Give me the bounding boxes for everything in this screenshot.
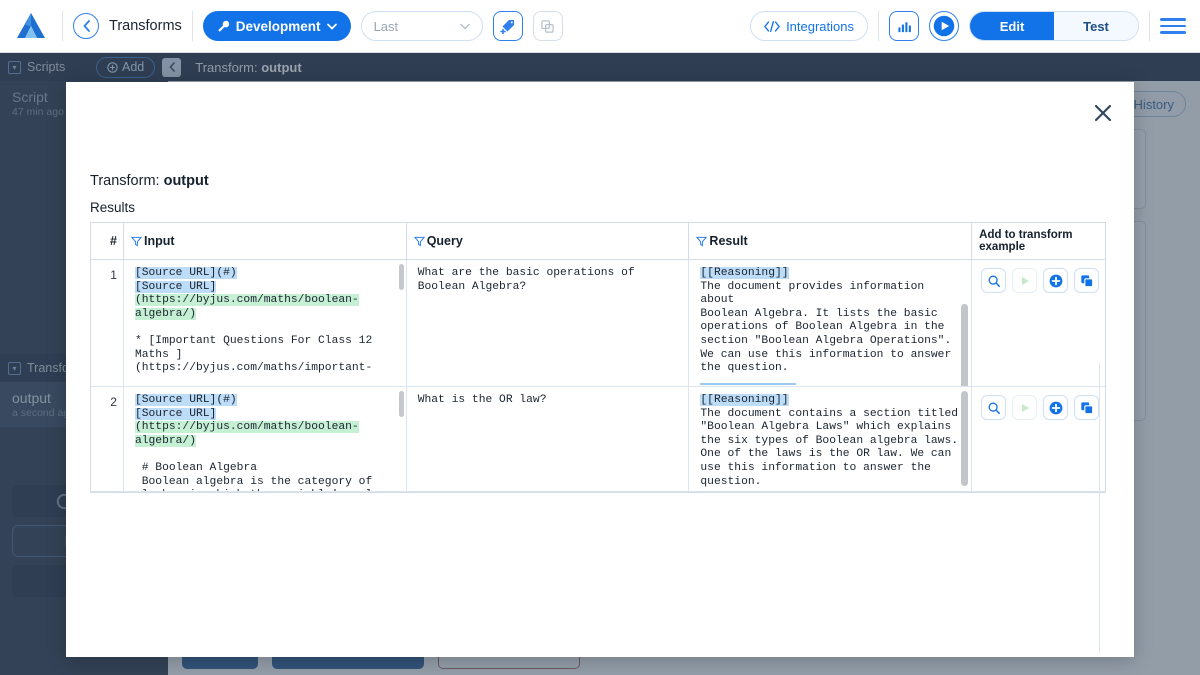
cell-query[interactable]: What is the OR law? — [406, 387, 689, 491]
input-highlight-blue: [Source URL](#) [Source URL] — [135, 394, 237, 420]
version-placeholder: Last — [374, 19, 399, 34]
add-tag-icon — [500, 18, 516, 34]
filter-funnel-icon — [131, 236, 142, 247]
result-tag: [[Reasoning]] — [700, 267, 788, 279]
copy-button[interactable] — [1074, 268, 1099, 293]
markdown-rule — [700, 383, 796, 385]
version-selector[interactable]: Last — [361, 11, 483, 41]
results-table: # Input Query Result — [90, 222, 1106, 493]
back-button[interactable] — [73, 13, 99, 39]
table-row: 2 [Source URL](#) [Source URL](https://b… — [91, 387, 1105, 492]
play-icon — [1019, 402, 1031, 414]
add-example-button[interactable] — [1043, 268, 1068, 293]
duplicate-icon — [1080, 401, 1094, 415]
environment-label: Development — [236, 19, 321, 34]
modal-title: Transform: output — [90, 173, 209, 189]
run-button[interactable] — [929, 11, 959, 41]
cell-result[interactable]: [[Reasoning]] The document contains a se… — [688, 387, 971, 491]
toolbar-divider-2 — [192, 11, 193, 41]
tab-edit[interactable]: Edit — [970, 12, 1054, 40]
integrations-label: Integrations — [786, 19, 854, 34]
chevron-down-icon — [460, 23, 470, 30]
header-result[interactable]: Result — [688, 223, 971, 259]
bar-chart-icon — [896, 19, 913, 34]
plus-circle-filled-icon — [1048, 273, 1064, 289]
code-brackets-icon — [764, 21, 780, 32]
table-row: 1 [Source URL](#) [Source URL](https://b… — [91, 260, 1105, 387]
toolbar-divider-4 — [1149, 11, 1150, 41]
filter-funnel-icon — [696, 236, 707, 247]
result-body: The document provides information about … — [700, 281, 951, 375]
input-highlight-blue: [Source URL](#) [Source URL] — [135, 267, 237, 293]
integrations-button[interactable]: Integrations — [750, 11, 868, 41]
input-rest: # Boolean Algebra Boolean algebra is the… — [135, 462, 393, 491]
application-window: Transforms Development Last — [0, 0, 1200, 675]
play-circle-icon — [930, 11, 958, 41]
cell-scrollbar[interactable] — [399, 264, 404, 290]
cell-scrollbar[interactable] — [399, 391, 404, 417]
add-tag-button[interactable] — [493, 11, 523, 41]
duplicate-icon — [1080, 274, 1094, 288]
toolbar-divider-1 — [62, 11, 63, 41]
header-query-label: Query — [427, 234, 463, 248]
plus-circle-filled-icon — [1048, 400, 1064, 416]
header-result-label: Result — [709, 234, 747, 248]
modal-title-prefix: Transform: — [90, 173, 160, 189]
environment-selector[interactable]: Development — [203, 11, 351, 41]
result-scrollbar[interactable] — [961, 304, 968, 386]
row-number: 2 — [91, 387, 123, 491]
cell-query[interactable]: What are the basic operations of Boolean… — [406, 260, 689, 386]
input-highlight-green: (https://byjus.com/maths/boolean- algebr… — [135, 294, 359, 320]
toolbar-divider-3 — [878, 11, 879, 41]
row-number: 1 — [91, 260, 123, 386]
result-tag: [[Reasoning]] — [700, 394, 788, 406]
input-rest: * [Important Questions For Class 12 Math… — [135, 335, 372, 374]
filter-funnel-icon — [414, 236, 425, 247]
section-label: Transforms — [109, 18, 182, 34]
cell-input[interactable]: [Source URL](#) [Source URL](https://byj… — [123, 260, 406, 386]
cell-result[interactable]: [[Reasoning]] The document provides info… — [688, 260, 971, 386]
header-query[interactable]: Query — [406, 223, 689, 259]
results-modal: Transform: output Results # Input Query — [66, 82, 1134, 657]
chevron-left-icon — [82, 20, 91, 32]
magnifier-icon — [987, 274, 1001, 288]
result-body: The document contains a section titled "… — [700, 408, 958, 488]
metrics-button[interactable] — [889, 11, 919, 41]
app-logo — [14, 11, 48, 41]
input-highlight-green: (https://byjus.com/maths/boolean- algebr… — [135, 421, 359, 447]
top-toolbar: Transforms Development Last — [0, 0, 1200, 53]
header-num: # — [91, 223, 123, 259]
row-actions — [971, 387, 1105, 491]
play-icon — [1019, 275, 1031, 287]
modal-title-value: output — [164, 173, 209, 189]
results-label: Results — [90, 200, 135, 215]
chevron-down-icon — [327, 23, 337, 30]
duplicate-button[interactable] — [533, 11, 563, 41]
close-icon[interactable] — [1090, 100, 1116, 126]
header-input[interactable]: Input — [123, 223, 406, 259]
wrench-icon — [217, 20, 230, 33]
cell-input[interactable]: [Source URL](#) [Source URL](https://byj… — [123, 387, 406, 491]
hamburger-menu-icon[interactable] — [1160, 18, 1186, 34]
magnifier-icon — [987, 401, 1001, 415]
inspect-button[interactable] — [981, 268, 1006, 293]
tab-test[interactable]: Test — [1054, 12, 1138, 40]
table-header-row: # Input Query Result — [91, 223, 1105, 260]
mode-toggle[interactable]: Edit Test — [969, 11, 1139, 41]
table-scroll-rail[interactable] — [1099, 363, 1100, 653]
header-input-label: Input — [144, 234, 175, 248]
inspect-button[interactable] — [981, 395, 1006, 420]
duplicate-icon — [540, 19, 555, 34]
run-button[interactable] — [1012, 268, 1037, 293]
result-scrollbar[interactable] — [961, 391, 968, 486]
copy-button[interactable] — [1074, 395, 1099, 420]
add-example-button[interactable] — [1043, 395, 1068, 420]
row-actions — [971, 260, 1105, 386]
header-actions: Add to transform example — [971, 223, 1105, 259]
run-button[interactable] — [1012, 395, 1037, 420]
